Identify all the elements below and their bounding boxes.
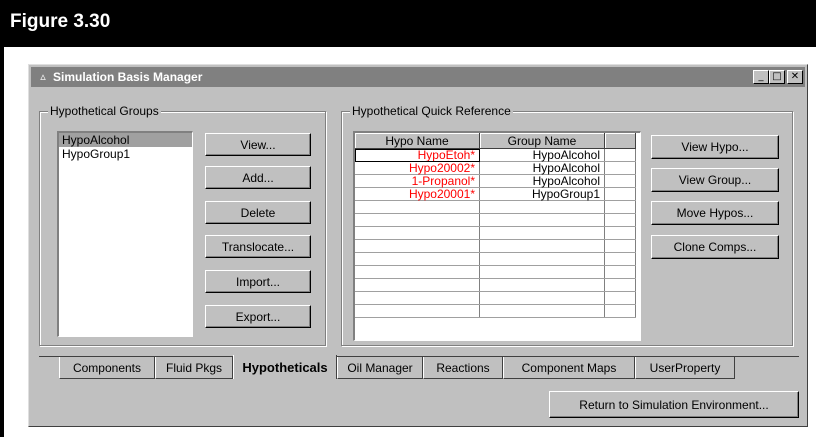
table-row[interactable] (355, 226, 636, 240)
hypo-name-cell[interactable]: 1-Propanol* (355, 174, 480, 188)
triangle-app-icon: ▵ (40, 71, 46, 83)
table-row[interactable] (355, 304, 636, 318)
figure-title: Figure 3.30 (10, 11, 111, 32)
add-group-button[interactable]: Add... (205, 166, 311, 189)
blank-cell (604, 148, 636, 162)
tab-component-maps[interactable]: Component Maps (503, 357, 635, 379)
export-button[interactable]: Export... (205, 305, 311, 328)
quick-reference-grid[interactable]: Hypo Name Group Name HypoEtoh* HypoAlcoh… (353, 131, 641, 341)
minimize-button[interactable]: _ (753, 70, 769, 84)
column-header-blank (604, 133, 636, 149)
list-item[interactable]: HypoGroup1 (59, 147, 192, 161)
maximize-button[interactable]: □ (769, 70, 785, 84)
column-header-group-name[interactable]: Group Name (479, 133, 605, 149)
blank-cell (604, 174, 636, 188)
table-row[interactable]: HypoEtoh* HypoAlcohol (355, 148, 636, 162)
group-name-cell[interactable]: HypoAlcohol (479, 161, 605, 175)
table-row[interactable]: Hypo20001* HypoGroup1 (355, 187, 636, 201)
quick-reference-table: Hypo Name Group Name HypoEtoh* HypoAlcoh… (355, 133, 636, 318)
quick-reference-label: Hypothetical Quick Reference (350, 104, 513, 118)
simulation-basis-manager-window: ▵ Simulation Basis Manager _ □ ✕ Hypothe… (28, 64, 808, 427)
table-row[interactable] (355, 278, 636, 292)
table-row[interactable] (355, 252, 636, 266)
group-name-cell[interactable]: HypoGroup1 (479, 187, 605, 201)
table-row[interactable] (355, 213, 636, 227)
group-name-cell[interactable]: HypoAlcohol (479, 174, 605, 188)
table-row[interactable] (355, 291, 636, 305)
table-row[interactable] (355, 200, 636, 214)
table-row[interactable]: Hypo20002* HypoAlcohol (355, 161, 636, 175)
figure-header: Figure 3.30 (0, 0, 816, 47)
tab-hypotheticals[interactable]: Hypotheticals (233, 355, 337, 379)
hypo-name-cell[interactable]: HypoEtoh* (355, 148, 480, 162)
translocate-button[interactable]: Translocate... (205, 235, 311, 258)
hypothetical-groups-list[interactable]: HypoAlcohol HypoGroup1 (57, 131, 193, 337)
view-hypo-button[interactable]: View Hypo... (651, 135, 779, 159)
clone-comps-button[interactable]: Clone Comps... (651, 235, 779, 259)
close-button[interactable]: ✕ (787, 70, 803, 84)
list-item[interactable]: HypoAlcohol (59, 133, 192, 147)
view-group-button[interactable]: View... (205, 133, 311, 156)
move-hypos-button[interactable]: Move Hypos... (651, 201, 779, 225)
return-to-simulation-button[interactable]: Return to Simulation Environment... (549, 391, 799, 418)
tab-fluid-pkgs[interactable]: Fluid Pkgs (155, 357, 233, 379)
window-titlebar[interactable]: ▵ Simulation Basis Manager _ □ ✕ (31, 67, 805, 87)
group-name-cell[interactable]: HypoAlcohol (479, 148, 605, 162)
tab-oil-manager[interactable]: Oil Manager (337, 357, 423, 379)
import-button[interactable]: Import... (205, 270, 311, 293)
column-header-hypo-name[interactable]: Hypo Name (355, 133, 480, 149)
table-row[interactable]: 1-Propanol* HypoAlcohol (355, 174, 636, 188)
table-header-row: Hypo Name Group Name (355, 133, 636, 149)
delete-group-button[interactable]: Delete (205, 201, 311, 224)
table-row[interactable] (355, 265, 636, 279)
view-group-quickref-button[interactable]: View Group... (651, 168, 779, 192)
hypothetical-groups-label: Hypothetical Groups (48, 104, 161, 118)
blank-cell (604, 161, 636, 175)
blank-cell (604, 187, 636, 201)
window-title: Simulation Basis Manager (53, 70, 203, 84)
tab-userproperty[interactable]: UserProperty (635, 357, 735, 379)
tab-components[interactable]: Components (59, 357, 155, 379)
hypo-name-cell[interactable]: Hypo20002* (355, 161, 480, 175)
hypo-name-cell[interactable]: Hypo20001* (355, 187, 480, 201)
table-row[interactable] (355, 239, 636, 253)
page-left-rule (0, 47, 4, 437)
tab-reactions[interactable]: Reactions (423, 357, 503, 379)
